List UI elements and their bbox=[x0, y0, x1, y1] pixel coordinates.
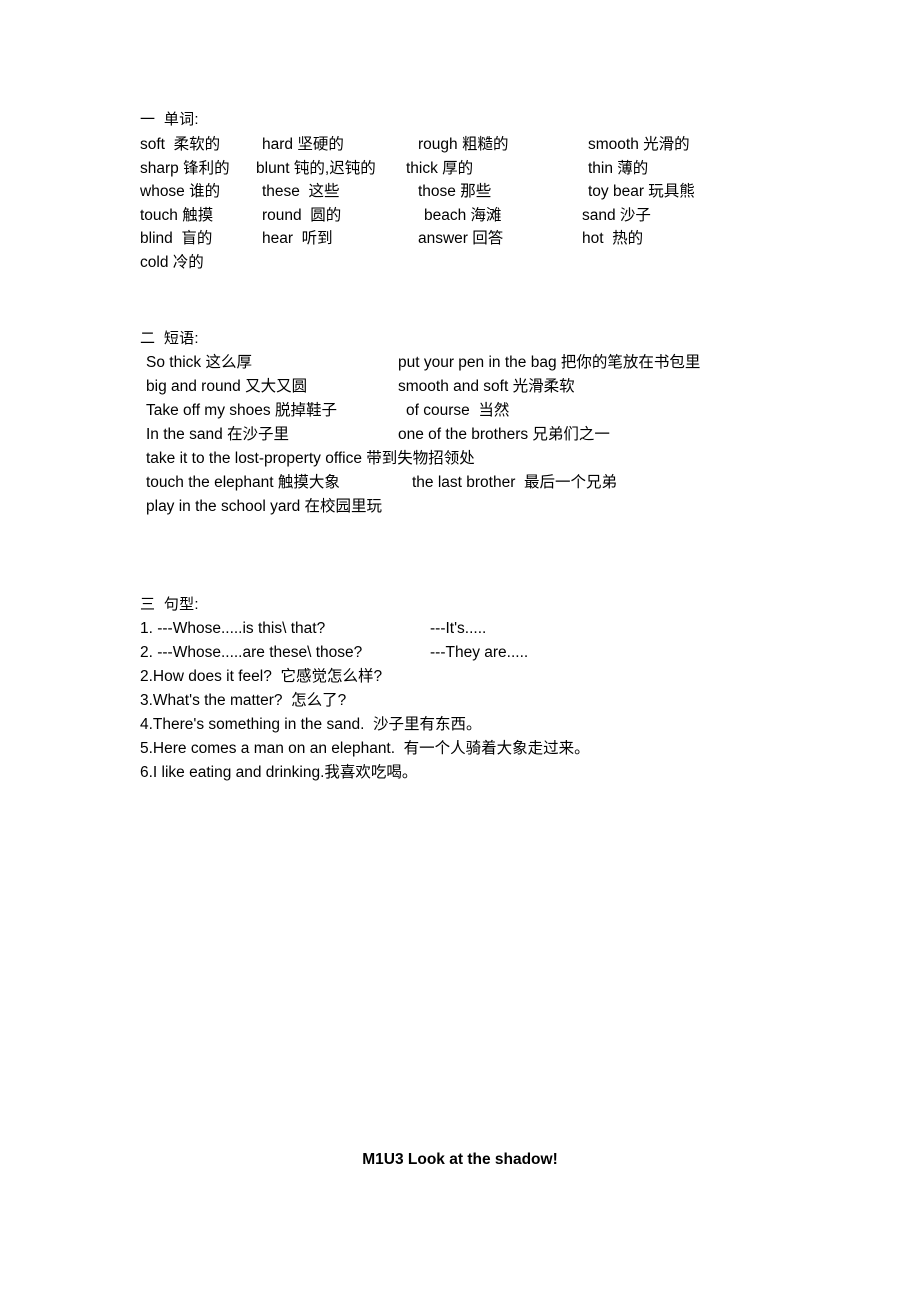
vocab-cell: these 这些 bbox=[262, 183, 340, 200]
table-row: 3.What's the matter? 怎么了? bbox=[140, 689, 590, 713]
table-row: sharp 锋利的 blunt 钝的,迟钝的 thick 厚的 thin 薄的 bbox=[140, 157, 758, 181]
phrase-cell: Take off my shoes 脱掉鞋子 bbox=[146, 402, 337, 419]
vocab-cell bbox=[572, 251, 758, 275]
vocab-cell: beach 海滩 bbox=[424, 206, 502, 224]
phrase-cell: the last brother 最后一个兄弟 bbox=[412, 474, 618, 491]
sentence-cell: 2. ---Whose.....are these\ those? bbox=[140, 644, 363, 661]
phrase-cell: play in the school yard 在校园里玩 bbox=[146, 498, 383, 515]
vocab-cell: those 那些 bbox=[418, 183, 492, 200]
vocab-cell: soft 柔软的 bbox=[140, 136, 221, 153]
table-row: 2.How does it feel? 它感觉怎么样? bbox=[140, 665, 590, 689]
sentence-patterns-section: 三 句型: 1. ---Whose.....is this\ that? ---… bbox=[140, 593, 590, 785]
vocabulary-table: soft 柔软的 hard 坚硬的 rough 粗糙的 smooth 光滑的 s… bbox=[140, 133, 758, 274]
table-row: blind 盲的 hear 听到 answer 回答 hot 热的 bbox=[140, 227, 758, 251]
vocab-cell: rough 粗糙的 bbox=[418, 136, 509, 153]
sentence-patterns-table: 1. ---Whose.....is this\ that? ---It's..… bbox=[140, 617, 590, 785]
table-row: whose 谁的 these 这些 those 那些 toy bear 玩具熊 bbox=[140, 180, 758, 204]
vocab-cell: toy bear 玩具熊 bbox=[588, 183, 695, 200]
phrase-cell: smooth and soft 光滑柔软 bbox=[398, 378, 575, 395]
table-row: 2. ---Whose.....are these\ those? ---The… bbox=[140, 641, 590, 665]
phrase-cell: put your pen in the bag 把你的笔放在书包里 bbox=[398, 354, 701, 371]
phrases-section: 二 短语: So thick 这么厚 put your pen in the b… bbox=[140, 327, 700, 519]
phrase-cell: take it to the lost-property office 带到失物… bbox=[146, 450, 475, 467]
vocab-cell: whose 谁的 bbox=[140, 183, 221, 200]
sentence-cell: 4.There's something in the sand. 沙子里有东西。 bbox=[140, 716, 482, 733]
table-row: touch the elephant 触摸大象 the last brother… bbox=[146, 471, 700, 495]
vocab-cell: hard 坚硬的 bbox=[262, 136, 344, 153]
table-row: touch 触摸 round 圆的 beach 海滩 sand 沙子 bbox=[140, 204, 758, 228]
table-row: cold 冷的 bbox=[140, 251, 758, 275]
sentence-cell: 6.I like eating and drinking.我喜欢吃喝。 bbox=[140, 764, 418, 781]
table-row: play in the school yard 在校园里玩 bbox=[146, 495, 700, 519]
table-row: Take off my shoes 脱掉鞋子 of course 当然 bbox=[146, 399, 700, 423]
table-row: In the sand 在沙子里 one of the brothers 兄弟们… bbox=[146, 423, 700, 447]
table-row: 5.Here comes a man on an elephant. 有一个人骑… bbox=[140, 737, 590, 761]
vocab-cell: touch 触摸 bbox=[140, 206, 214, 224]
vocab-cell: hear 听到 bbox=[262, 230, 333, 247]
phrase-cell: big and round 又大又圆 bbox=[146, 378, 308, 395]
sentence-cell: 2.How does it feel? 它感觉怎么样? bbox=[140, 668, 383, 685]
table-row: big and round 又大又圆 smooth and soft 光滑柔软 bbox=[146, 375, 700, 399]
table-row: 4.There's something in the sand. 沙子里有东西。 bbox=[140, 713, 590, 737]
vocab-cell bbox=[252, 251, 402, 275]
vocab-cell: sharp 锋利的 bbox=[140, 159, 230, 177]
phrase-cell: of course 当然 bbox=[406, 402, 510, 419]
table-row: 6.I like eating and drinking.我喜欢吃喝。 bbox=[140, 761, 590, 785]
vocabulary-heading: 一 单词: bbox=[140, 111, 199, 128]
document-page: 一 单词: soft 柔软的 hard 坚硬的 rough 粗糙的 smooth… bbox=[0, 0, 920, 1302]
vocab-cell: blunt 钝的,迟钝的 bbox=[256, 159, 376, 177]
vocab-cell: answer 回答 bbox=[418, 230, 504, 247]
unit-title: M1U3 Look at the shadow! bbox=[362, 1151, 558, 1168]
phrases-table: So thick 这么厚 put your pen in the bag 把你的… bbox=[146, 351, 700, 519]
vocab-cell: hot 热的 bbox=[582, 230, 644, 247]
phrase-cell: touch the elephant 触摸大象 bbox=[146, 474, 340, 491]
sentence-answer-cell: ---They are..... bbox=[430, 644, 529, 661]
sentence-cell: 1. ---Whose.....is this\ that? bbox=[140, 620, 326, 637]
sentence-answer-cell: ---It's..... bbox=[430, 620, 487, 637]
sentence-cell: 3.What's the matter? 怎么了? bbox=[140, 692, 347, 709]
phrase-cell: one of the brothers 兄弟们之一 bbox=[398, 426, 610, 443]
table-row: 1. ---Whose.....is this\ that? ---It's..… bbox=[140, 617, 590, 641]
vocab-cell bbox=[402, 251, 572, 275]
vocab-cell: thick 厚的 bbox=[406, 159, 474, 177]
sentence-patterns-heading: 三 句型: bbox=[140, 596, 199, 613]
vocabulary-section: 一 单词: soft 柔软的 hard 坚硬的 rough 粗糙的 smooth… bbox=[140, 108, 758, 274]
vocab-cell: cold 冷的 bbox=[140, 253, 204, 271]
vocab-cell: thin 薄的 bbox=[588, 159, 649, 177]
sentence-cell: 5.Here comes a man on an elephant. 有一个人骑… bbox=[140, 740, 590, 757]
vocab-cell: sand 沙子 bbox=[582, 206, 651, 224]
phrase-cell: In the sand 在沙子里 bbox=[146, 426, 290, 443]
phrases-heading: 二 短语: bbox=[140, 330, 199, 347]
vocab-cell: smooth 光滑的 bbox=[588, 136, 690, 153]
phrase-cell: So thick 这么厚 bbox=[146, 354, 252, 371]
table-row: take it to the lost-property office 带到失物… bbox=[146, 447, 700, 471]
vocab-cell: round 圆的 bbox=[262, 206, 342, 224]
vocab-cell: blind 盲的 bbox=[140, 230, 213, 247]
table-row: soft 柔软的 hard 坚硬的 rough 粗糙的 smooth 光滑的 bbox=[140, 133, 758, 157]
table-row: So thick 这么厚 put your pen in the bag 把你的… bbox=[146, 351, 700, 375]
